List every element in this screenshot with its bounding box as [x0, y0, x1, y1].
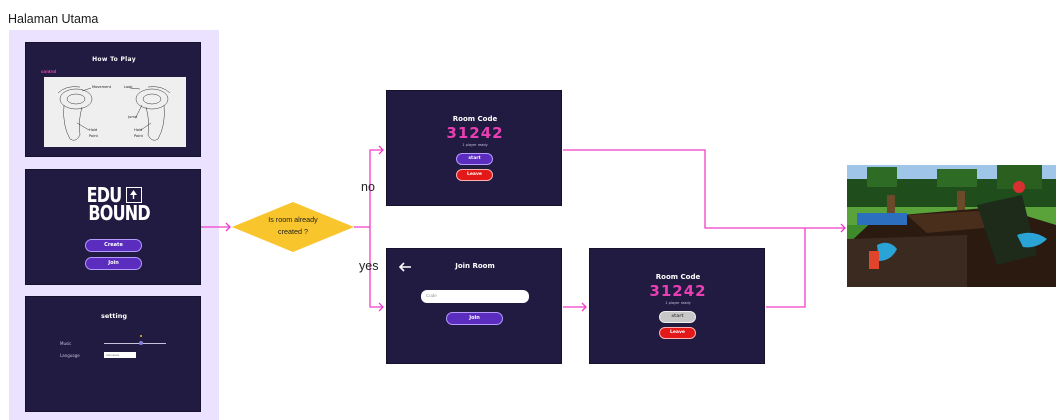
- connector-room-to-game: [563, 149, 845, 229]
- decision-line-1: Is room already: [268, 215, 318, 224]
- start-button-disabled[interactable]: start: [659, 311, 696, 323]
- room-code-screen: Room Code 31242 1 player ready start Lea…: [386, 90, 562, 206]
- joined-players-ready-text: 1 player ready: [665, 301, 691, 305]
- joined-room-code-value: 31242: [649, 282, 707, 300]
- start-button[interactable]: start: [456, 153, 493, 165]
- vr-scene-illustration: [847, 165, 1056, 287]
- decision-line-2: created ?: [278, 227, 308, 236]
- players-ready-text: 1 player ready: [462, 143, 488, 147]
- join-room-screen: Join Room Code Join: [386, 248, 562, 364]
- room-code-title: Room Code: [452, 115, 498, 123]
- branch-yes-label: yes: [359, 259, 379, 273]
- room-code-input[interactable]: Code: [421, 290, 529, 303]
- room-code-value: 31242: [446, 124, 504, 142]
- vr-gameplay-image: [847, 165, 1056, 287]
- join-room-title: Join Room: [455, 262, 495, 270]
- joined-leave-button[interactable]: Leave: [659, 327, 696, 339]
- joined-room-code-title: Room Code: [655, 273, 701, 281]
- leave-button[interactable]: Leave: [456, 169, 493, 181]
- connector-joined-to-game: [766, 228, 806, 308]
- join-room-button[interactable]: Join: [446, 312, 503, 325]
- joined-room-screen: Room Code 31242 1 player ready start Lea…: [589, 248, 765, 364]
- branch-no-label: no: [361, 180, 375, 194]
